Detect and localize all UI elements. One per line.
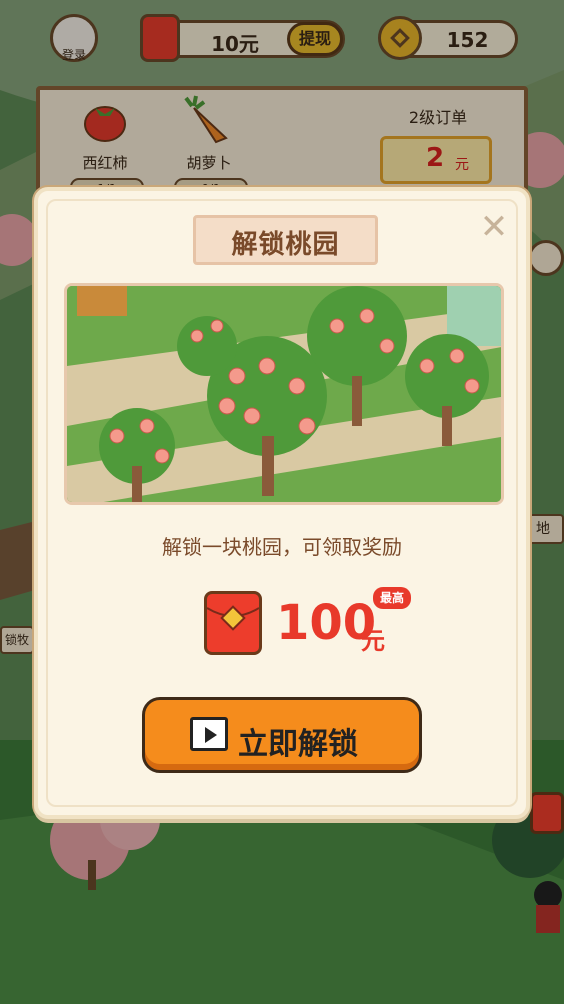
red-packet-icon	[204, 591, 262, 655]
close-icon[interactable]: ✕	[476, 209, 512, 245]
reward-unit: 元	[361, 627, 385, 655]
max-badge: 最高	[373, 587, 411, 609]
unlock-description: 解锁一块桃园，可领取奖励	[162, 535, 402, 559]
dialog-title: 解锁桃园	[231, 230, 340, 260]
unlock-now-label[interactable]: 立即解锁	[238, 719, 358, 763]
unlock-peach-garden-dialog: 解锁桃园 ✕ 解锁一块桃园，可领取奖励 100 元 最高 立即解锁	[34, 187, 530, 819]
video-play-icon[interactable]	[190, 717, 228, 751]
peach-orchard-illustration	[67, 286, 501, 502]
peach-garden-image	[64, 283, 504, 505]
